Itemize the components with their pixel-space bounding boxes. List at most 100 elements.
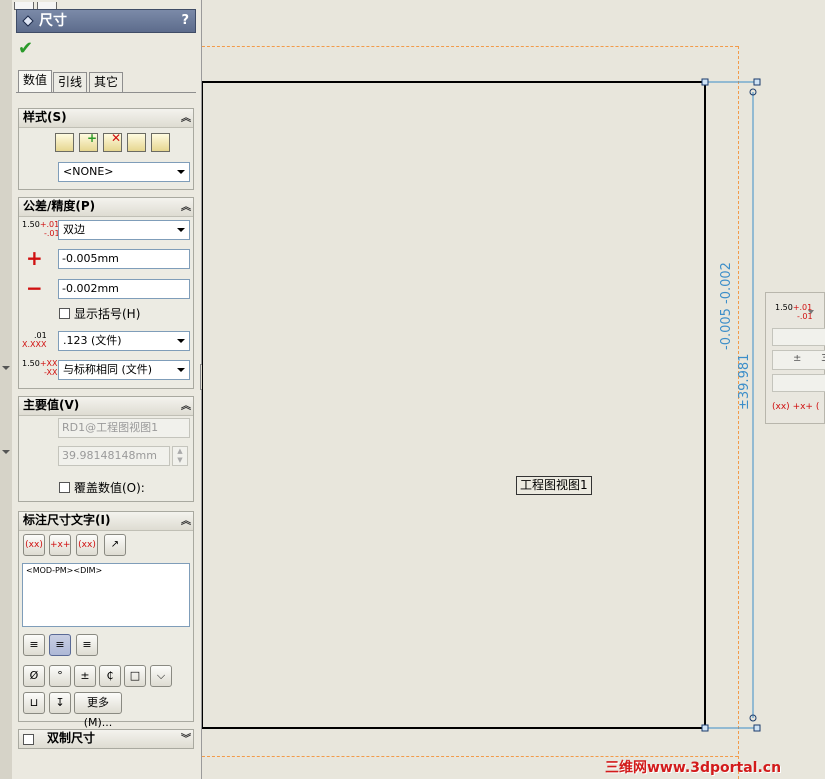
vertex-handle [701, 78, 709, 86]
align-left-button[interactable]: ≡ [23, 634, 45, 656]
palette-field[interactable] [772, 328, 825, 346]
style-delete-icon[interactable]: ✕ [103, 131, 122, 152]
centerline-symbol-button[interactable]: ₵ [99, 665, 121, 687]
style-add-icon[interactable]: + [79, 131, 98, 152]
group-header[interactable]: 双制尺寸 ︾ [19, 730, 193, 748]
override-value-checkbox[interactable] [59, 482, 70, 493]
expand-icon[interactable]: ︾ [181, 731, 191, 748]
counterbore-symbol-button[interactable]: ⊔ [23, 692, 45, 714]
panel-title: 尺寸 [39, 13, 67, 29]
show-parentheses-checkbox[interactable] [59, 308, 70, 319]
collapse-arrow-icon[interactable] [2, 450, 10, 454]
diameter-symbol-button[interactable]: Ø [23, 665, 45, 687]
tab-label: 引线 [57, 75, 82, 89]
dropdown-arrow-icon [177, 170, 185, 174]
group-title: 双制尺寸 [47, 731, 96, 745]
value-spinner[interactable]: ▲ ▼ [172, 446, 188, 466]
precision-icon: .01 X.XXX [22, 331, 47, 349]
center-icon: +x+ [792, 402, 813, 412]
drawing-view-label[interactable]: 工程图视图1 [516, 476, 592, 495]
style-load-icon[interactable] [151, 133, 170, 152]
icon-plus: +XX [39, 359, 58, 368]
dropdown-arrow-icon[interactable] [808, 310, 814, 314]
select-value: .123 (文件) [63, 334, 122, 347]
override-value-label: 覆盖数值(O): [74, 481, 145, 495]
field-value: 39.98148148mm [62, 449, 157, 462]
show-parentheses-label: 显示括号(H) [74, 307, 141, 321]
group-title: 样式(S) [23, 110, 67, 124]
dimension-palette: 1.50+.01 -.01 ±3 (xx) +x+ ( [765, 292, 825, 424]
collapse-icon[interactable]: ︽ [181, 110, 191, 127]
dimension-value-text[interactable]: ±39.981 [737, 354, 752, 410]
field-value: 3 [821, 353, 825, 364]
style-save-icon[interactable] [127, 133, 146, 152]
plus-icon: + [26, 246, 43, 270]
panel-titlebar: 尺寸 ? [16, 9, 196, 33]
plus-minus-icon: ± [793, 353, 802, 364]
collapse-icon[interactable]: ︽ [181, 513, 191, 530]
collapse-icon[interactable]: ︽ [181, 398, 191, 415]
square-symbol-button[interactable]: □ [124, 665, 146, 687]
degree-icon: ° [57, 669, 63, 682]
select-value: 与标称相同 (文件) [63, 363, 153, 376]
tab-value[interactable]: 数值 [18, 70, 52, 92]
collapse-icon[interactable]: ︽ [181, 199, 191, 216]
parentheses-button[interactable]: (xx) [23, 534, 45, 556]
tab-label: 数值 [22, 73, 47, 87]
tolerance-precision-select[interactable]: 与标称相同 (文件) [58, 360, 190, 380]
dual-dimension-checkbox[interactable] [23, 734, 34, 745]
dropdown-arrow-icon [177, 368, 185, 372]
group-header[interactable]: 主要值(V) ︽ [19, 397, 193, 416]
dimension-name-field[interactable]: RD1@工程图视图1 [58, 418, 190, 438]
more-symbols-button[interactable]: 更多(M)... [74, 692, 122, 729]
style-select[interactable]: <NONE> [58, 162, 190, 182]
icon-grid: X.XXX [22, 340, 47, 349]
dimension-value-field[interactable]: 39.98148148mm [58, 446, 170, 466]
style-apply-icon[interactable] [55, 133, 74, 152]
drawing-view-rectangle [202, 81, 706, 729]
vertex-handle [753, 724, 761, 732]
text-value: <MOD-PM><DIM> [26, 566, 103, 575]
tab-other[interactable]: 其它 [89, 72, 123, 92]
palette-field[interactable] [772, 374, 825, 392]
collapse-arrow-icon[interactable] [2, 366, 10, 370]
group-header[interactable]: 公差/精度(P) ︽ [19, 198, 193, 217]
tolerance-type-select[interactable]: 双边 [58, 220, 190, 240]
help-icon[interactable]: ? [181, 10, 189, 32]
align-right-button[interactable]: ≡ [76, 634, 98, 656]
palette-buttons[interactable]: (xx) +x+ ( [772, 402, 819, 412]
watermark: 三维网www.3dportal.cn [605, 760, 782, 776]
group-title: 主要值(V) [23, 398, 80, 412]
vertex-handle [701, 724, 709, 732]
ok-check-icon[interactable]: ✔ [18, 38, 33, 59]
tolerance-type-icon: 1.50+.01 -.01 [22, 220, 60, 238]
max-variation-input[interactable]: -0.005mm [58, 249, 190, 269]
delete-x-icon: ✕ [110, 131, 121, 145]
offset-text-button[interactable]: ↗ [104, 534, 126, 556]
field-value: RD1@工程图视图1 [62, 421, 159, 434]
group-title: 公差/精度(P) [23, 199, 96, 213]
dimension-text-area[interactable]: <MOD-PM><DIM> [22, 563, 190, 627]
counterbore-icon: ⊔ [29, 696, 39, 709]
group-header[interactable]: 样式(S) ︽ [19, 109, 193, 128]
countersink-symbol-button[interactable]: ⌵ [150, 665, 172, 687]
degree-symbol-button[interactable]: ° [49, 665, 71, 687]
square-icon: □ [129, 669, 141, 682]
dropdown-arrow-icon [177, 228, 185, 232]
plus-minus-symbol-button[interactable]: ± [74, 665, 96, 687]
manager-tabs [14, 0, 74, 10]
min-variation-input[interactable]: -0.002mm [58, 279, 190, 299]
align-center-button[interactable]: ≡ [49, 634, 71, 656]
center-dimension-button[interactable]: +x+ [49, 534, 71, 556]
palette-tolerance-icon[interactable]: 1.50+.01 -.01 [775, 303, 813, 321]
group-header[interactable]: 标注尺寸文字(I) ︽ [19, 512, 193, 531]
vertex-handle [753, 78, 761, 86]
depth-symbol-button[interactable]: ↧ [49, 692, 71, 714]
inspection-icon: ( [815, 402, 820, 412]
precision-select[interactable]: .123 (文件) [58, 331, 190, 351]
palette-plusminus-field[interactable]: ±3 [772, 350, 825, 370]
dimension-tolerance-text[interactable]: -0.005 -0.002 [719, 262, 734, 350]
tab-leader[interactable]: 引线 [53, 72, 87, 92]
inspection-dimension-button[interactable]: (xx) [76, 534, 98, 556]
icon-top: .01 [34, 331, 47, 340]
